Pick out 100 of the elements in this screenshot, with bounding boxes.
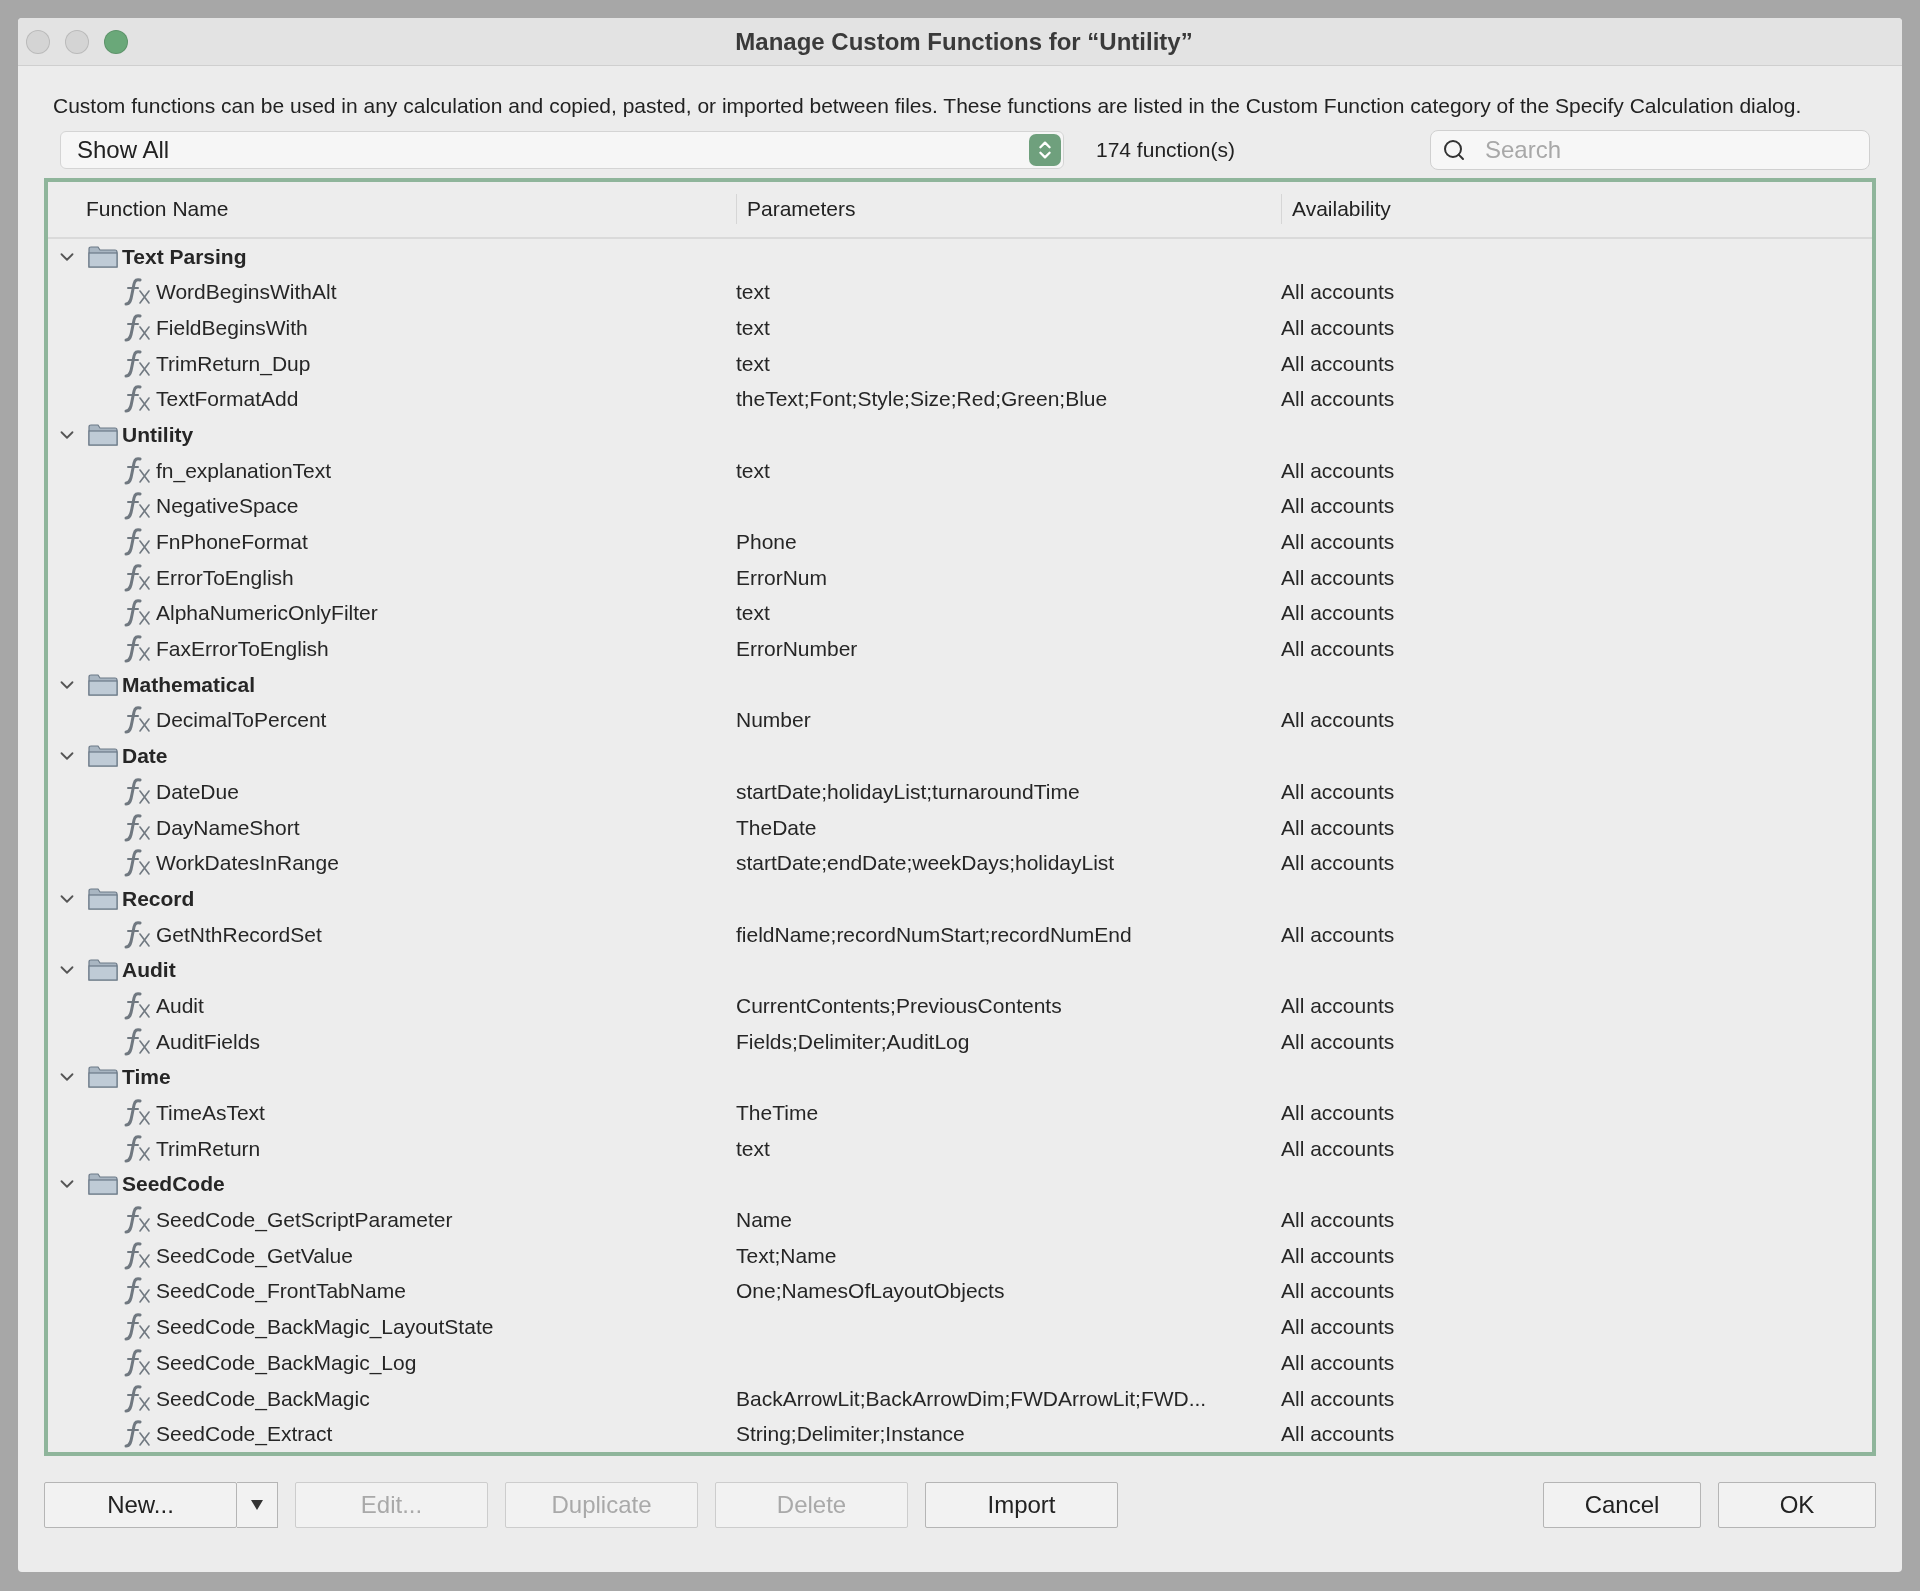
- zoom-icon[interactable]: [104, 29, 128, 54]
- function-name[interactable]: TrimReturn: [156, 1136, 261, 1161]
- availability-text: All accounts: [1281, 530, 1395, 554]
- availability-text: All accounts: [1281, 708, 1395, 732]
- group-name[interactable]: Time: [122, 1065, 171, 1090]
- parameters-text: fieldName;recordNumStart;recordNumEnd: [736, 922, 1132, 946]
- group-name[interactable]: Audit: [122, 958, 176, 983]
- group-name[interactable]: Record: [122, 886, 195, 911]
- availability-text: All accounts: [1281, 458, 1395, 482]
- folder-icon: [88, 672, 118, 697]
- function-name[interactable]: AuditFields: [156, 1029, 260, 1054]
- availability-text: All accounts: [1281, 1029, 1395, 1053]
- function-name[interactable]: ErrorToEnglish: [156, 565, 294, 590]
- dialog-button[interactable]: OK: [1718, 1482, 1876, 1528]
- function-name[interactable]: AlphaNumericOnlyFilter: [156, 601, 378, 626]
- function-name[interactable]: FaxErrorToEnglish: [156, 637, 329, 662]
- availability-text: All accounts: [1281, 1422, 1395, 1446]
- function-name[interactable]: FnPhoneFormat: [156, 530, 308, 555]
- availability-text: All accounts: [1281, 601, 1395, 625]
- group-name[interactable]: Text Parsing: [122, 244, 247, 269]
- parameters-text: Number: [736, 708, 811, 732]
- parameters-text: startDate;endDate;weekDays;holidayList: [736, 851, 1115, 875]
- folder-icon: [88, 244, 118, 269]
- parameters-text: BackArrowLit;BackArrowDim;FWDArrowLit;FWD...: [736, 1386, 1207, 1410]
- parameters-text: CurrentContents;PreviousContents: [736, 993, 1062, 1017]
- availability-text: All accounts: [1281, 315, 1395, 339]
- function-icon: [122, 1241, 152, 1270]
- function-name[interactable]: GetNthRecordSet: [156, 922, 322, 947]
- function-icon: [122, 1313, 152, 1342]
- group-name[interactable]: Untility: [122, 422, 194, 447]
- availability-text: All accounts: [1281, 1350, 1395, 1374]
- dialog-button[interactable]: New...: [44, 1482, 237, 1528]
- filter-popup[interactable]: Show All: [60, 131, 1064, 169]
- parameters-text: text: [736, 315, 770, 339]
- function-name[interactable]: NegativeSpace: [156, 494, 299, 519]
- parameters-text: text: [736, 458, 770, 482]
- function-name[interactable]: WordBeginsWithAlt: [156, 280, 337, 305]
- availability-text: All accounts: [1281, 1279, 1395, 1303]
- function-icon: [122, 1348, 152, 1377]
- function-name[interactable]: SeedCode_BackMagic_Log: [156, 1350, 417, 1375]
- availability-text: All accounts: [1281, 1386, 1395, 1410]
- function-name[interactable]: DecimalToPercent: [156, 708, 327, 733]
- function-icon: [122, 920, 152, 949]
- function-name[interactable]: TextFormatAdd: [156, 387, 299, 412]
- function-icon: [122, 1420, 152, 1449]
- function-icon: [122, 777, 152, 806]
- function-icon: [122, 849, 152, 878]
- column-header[interactable]: Parameters: [736, 194, 1281, 225]
- folder-icon: [88, 958, 118, 983]
- availability-text: All accounts: [1281, 565, 1395, 589]
- column-header[interactable]: Availability: [1281, 194, 1872, 225]
- availability-text: All accounts: [1281, 637, 1395, 661]
- function-name[interactable]: SeedCode_Extract: [156, 1422, 333, 1447]
- function-icon: [122, 635, 152, 664]
- function-name[interactable]: SeedCode_FrontTabName: [156, 1279, 406, 1304]
- column-header[interactable]: Function Name: [86, 194, 736, 225]
- function-name[interactable]: SeedCode_BackMagic: [156, 1386, 370, 1411]
- availability-text: All accounts: [1281, 387, 1395, 411]
- caret-icon: [251, 1500, 263, 1510]
- function-icon: [122, 1027, 152, 1056]
- description-text: Custom functions can be used in any calculation and copied, pasted, or imported between files. These functions are listed in the Custom Function category of the Specify Calculation dialog.: [52, 93, 1803, 119]
- function-name[interactable]: Audit: [156, 993, 204, 1018]
- parameters-text: TheTime: [736, 1101, 819, 1125]
- function-icon: [122, 563, 152, 592]
- function-name[interactable]: DayNameShort: [156, 815, 300, 840]
- parameters-text: Fields;Delimiter;AuditLog: [736, 1029, 970, 1053]
- function-icon: [122, 706, 152, 735]
- function-icon: [122, 991, 152, 1020]
- function-name[interactable]: SeedCode_GetValue: [156, 1243, 353, 1268]
- function-icon: [122, 349, 152, 378]
- folder-icon: [88, 886, 118, 911]
- function-icon: [122, 456, 152, 485]
- window-title: Manage Custom Functions for “Untility”: [734, 27, 1194, 56]
- function-name[interactable]: fn_explanationText: [156, 458, 332, 483]
- availability-text: All accounts: [1281, 1315, 1395, 1339]
- function-name[interactable]: SeedCode_GetScriptParameter: [156, 1208, 453, 1233]
- function-name[interactable]: SeedCode_BackMagic_LayoutState: [156, 1315, 494, 1340]
- dialog-button[interactable]: Cancel: [1543, 1482, 1701, 1528]
- dropdown-caret-button[interactable]: [237, 1482, 278, 1528]
- search-field[interactable]: Search: [1430, 130, 1870, 170]
- function-icon: [122, 385, 152, 414]
- group-name[interactable]: Mathematical: [122, 672, 256, 697]
- folder-icon: [88, 422, 118, 447]
- function-name[interactable]: DateDue: [156, 779, 239, 804]
- function-name[interactable]: TrimReturn_Dup: [156, 351, 311, 376]
- function-name[interactable]: WorkDatesInRange: [156, 851, 339, 876]
- availability-text: All accounts: [1281, 1136, 1395, 1160]
- group-name[interactable]: SeedCode: [122, 1172, 225, 1197]
- parameters-text: ErrorNumber: [736, 637, 858, 661]
- function-icon: [122, 492, 152, 521]
- parameters-text: ErrorNum: [736, 565, 827, 589]
- function-name[interactable]: FieldBeginsWith: [156, 315, 308, 340]
- availability-text: All accounts: [1281, 280, 1395, 304]
- availability-text: All accounts: [1281, 1243, 1395, 1267]
- folder-icon: [88, 1065, 118, 1090]
- group-name[interactable]: Date: [122, 744, 168, 769]
- parameters-text: text: [736, 280, 770, 304]
- availability-text: All accounts: [1281, 1208, 1395, 1232]
- function-name[interactable]: TimeAsText: [156, 1101, 265, 1126]
- dialog-button[interactable]: Import: [925, 1482, 1118, 1528]
